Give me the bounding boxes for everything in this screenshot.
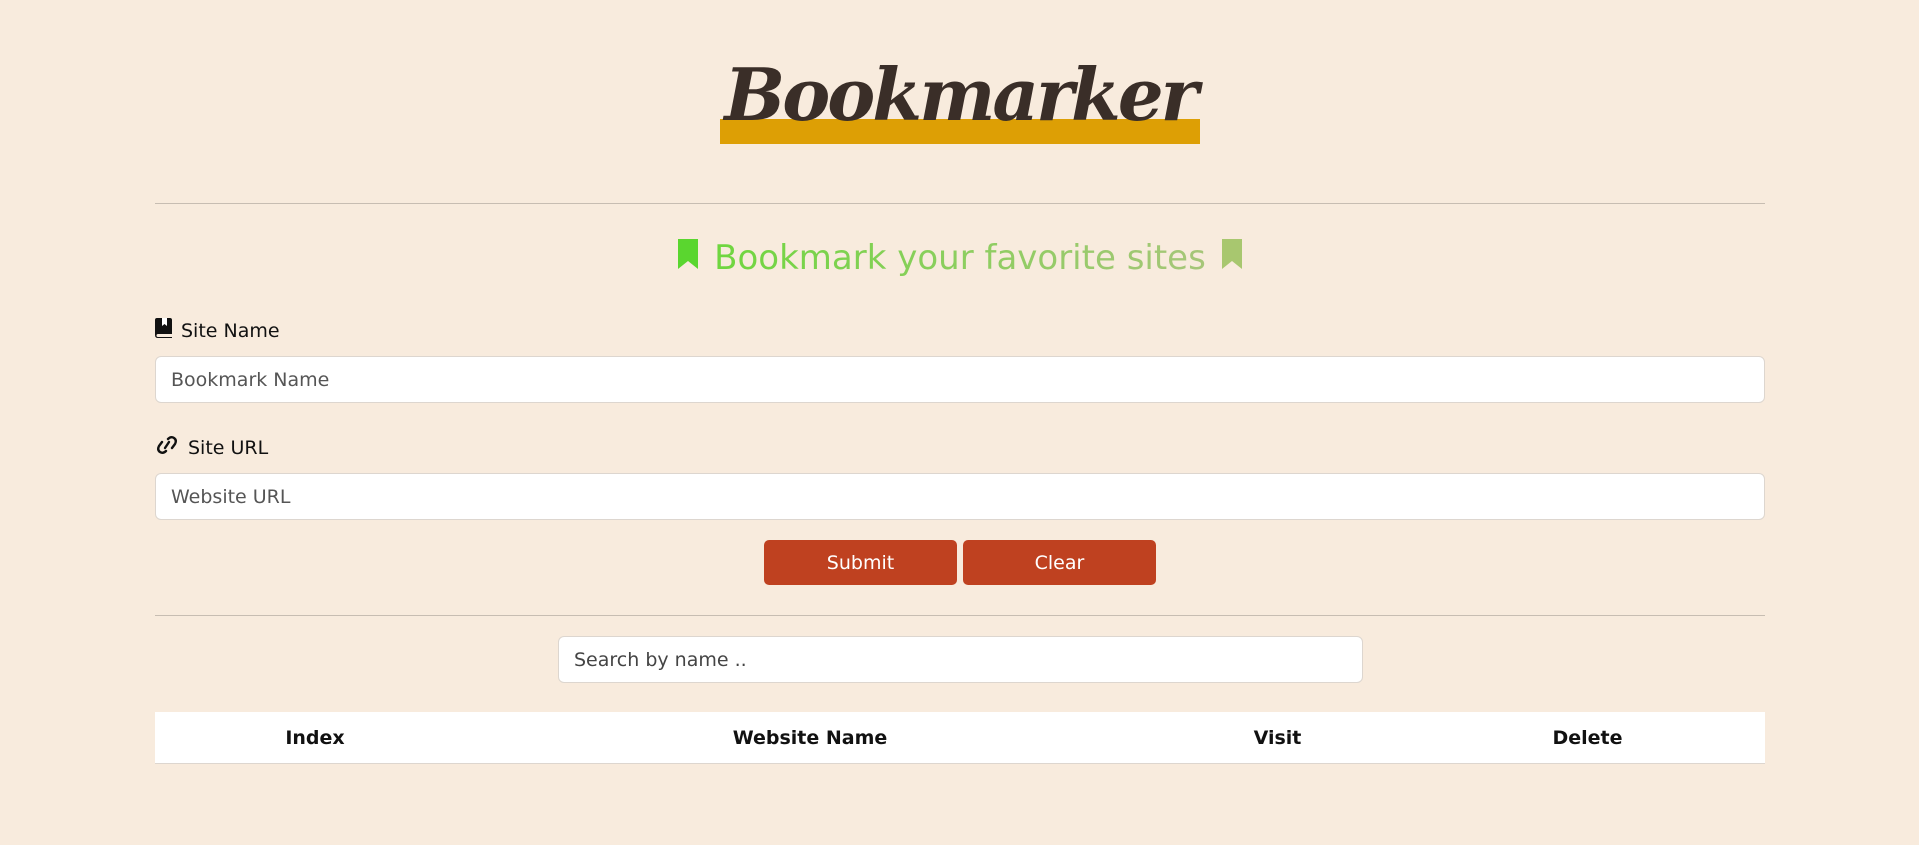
bottom-divider bbox=[155, 615, 1765, 616]
tagline-text: Bookmark your favorite sites bbox=[714, 237, 1206, 278]
brand-header: Bookmarker bbox=[155, 52, 1765, 144]
bookmark-icon bbox=[1220, 235, 1244, 281]
site-name-label-text: Site Name bbox=[181, 320, 280, 342]
column-header-website-name: Website Name bbox=[475, 712, 1145, 764]
brand-title: Bookmarker bbox=[724, 52, 1198, 137]
bookmarks-table: Index Website Name Visit Delete bbox=[155, 712, 1765, 764]
clear-button[interactable]: Clear bbox=[963, 540, 1156, 585]
brand-logo: Bookmarker bbox=[720, 52, 1200, 144]
tagline: Bookmark your favorite sites bbox=[155, 233, 1765, 281]
column-header-index: Index bbox=[155, 712, 475, 764]
site-url-label: Site URL bbox=[155, 435, 268, 461]
top-divider bbox=[155, 203, 1765, 204]
bookmark-icon bbox=[676, 235, 700, 281]
site-url-label-text: Site URL bbox=[188, 437, 269, 459]
submit-button[interactable]: Submit bbox=[764, 540, 957, 585]
table-header-row: Index Website Name Visit Delete bbox=[155, 712, 1765, 764]
link-icon bbox=[155, 435, 179, 461]
site-url-input[interactable] bbox=[155, 473, 1765, 520]
site-name-input[interactable] bbox=[155, 356, 1765, 403]
column-header-visit: Visit bbox=[1145, 712, 1410, 764]
site-name-label: Site Name bbox=[155, 318, 280, 344]
column-header-delete: Delete bbox=[1410, 712, 1765, 764]
search-input[interactable] bbox=[558, 636, 1363, 683]
book-bookmark-icon bbox=[155, 318, 172, 344]
